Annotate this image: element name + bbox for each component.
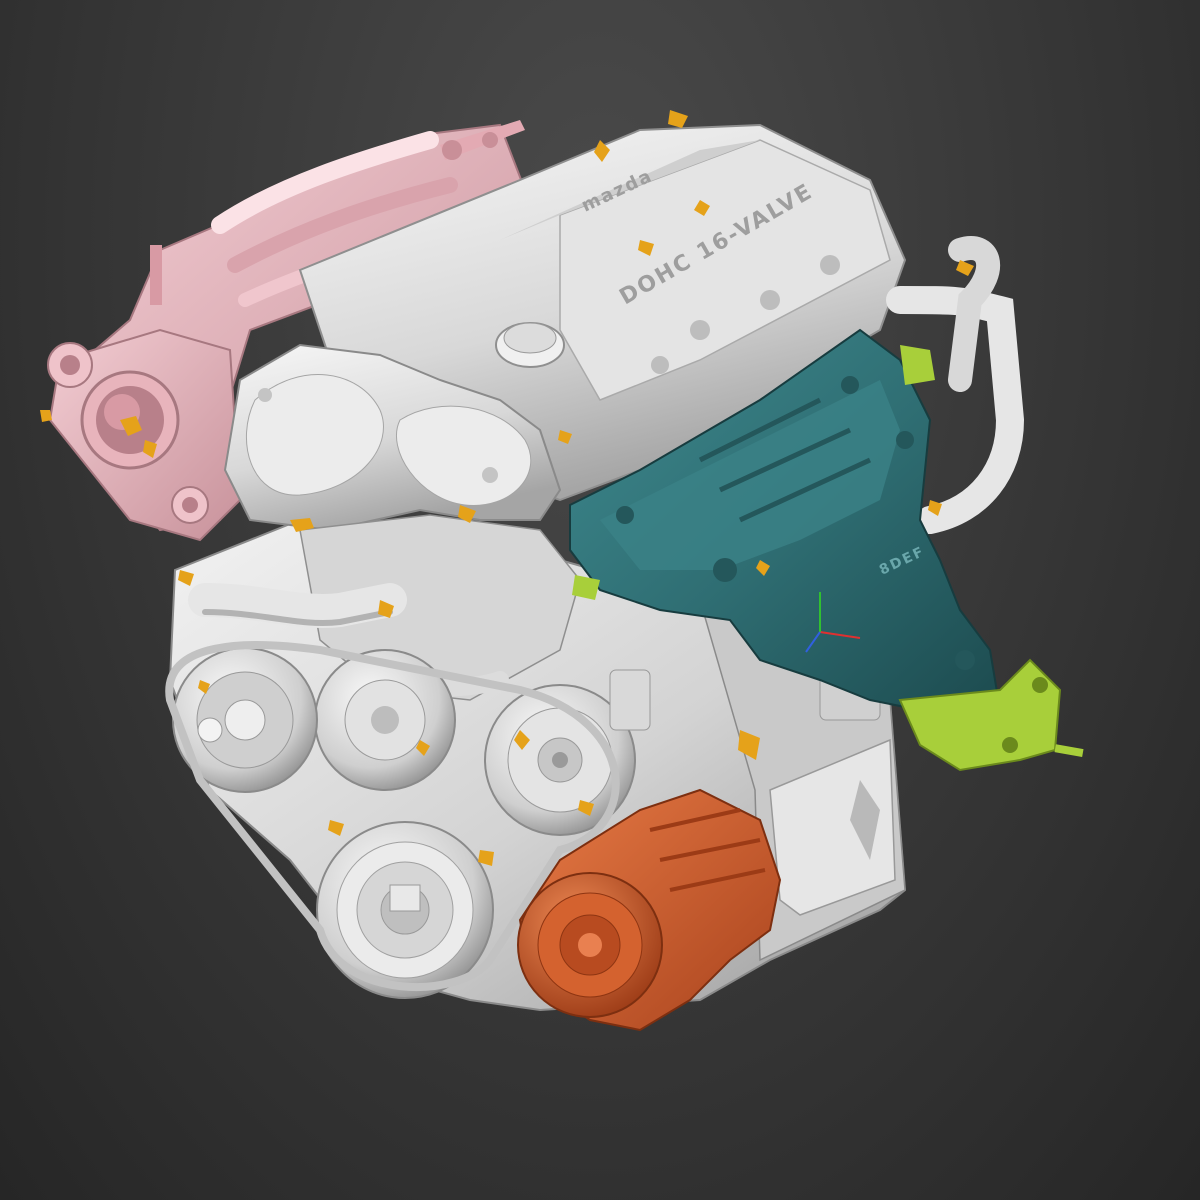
oil-filler-cap[interactable] bbox=[495, 322, 565, 368]
crank-pulley[interactable] bbox=[316, 821, 494, 999]
3d-viewport[interactable]: DOHC 16-VALVE mazda 8DEF bbox=[0, 0, 1200, 1200]
engine-model[interactable]: DOHC 16-VALVE mazda 8DEF bbox=[0, 0, 1200, 1200]
